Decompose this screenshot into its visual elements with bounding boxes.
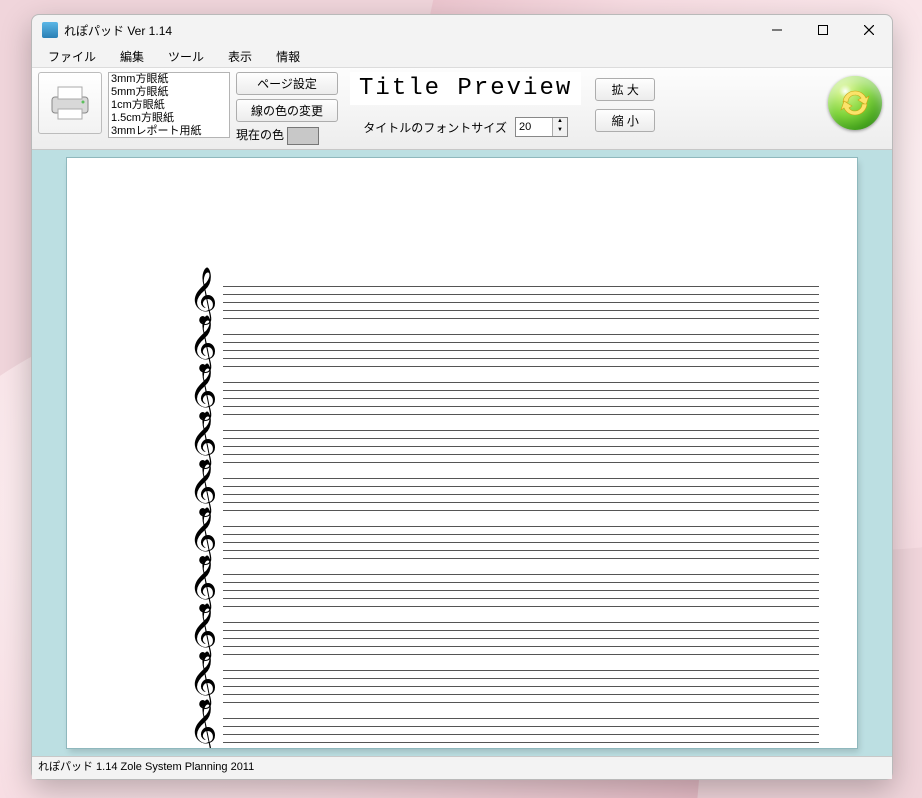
- title-font-label: タイトルのフォントサイズ: [363, 119, 507, 136]
- menubar: ファイル 編集 ツール 表示 情報: [32, 45, 892, 67]
- paper-type-list[interactable]: 3mm方眼紙5mm方眼紙1cm方眼紙1.5cm方眼紙3mmレポート用紙5mmレポ…: [108, 72, 230, 138]
- music-staff: 𝄞: [189, 478, 819, 510]
- zoom-in-button[interactable]: 拡 大: [595, 78, 655, 101]
- treble-clef-icon: 𝄞: [189, 320, 217, 368]
- app-window: れぽパッド Ver 1.14 ファイル 編集 ツール 表示 情報: [31, 14, 893, 780]
- paper-list-item[interactable]: 5mm方眼紙: [109, 86, 229, 99]
- printer-icon[interactable]: [38, 72, 102, 134]
- treble-clef-icon: 𝄞: [189, 416, 217, 464]
- title-preview: Title Preview: [350, 72, 581, 105]
- music-staff: 𝄞: [189, 382, 819, 414]
- treble-clef-icon: 𝄞: [189, 272, 217, 320]
- paper-list-item[interactable]: 3mm方眼紙: [109, 73, 229, 86]
- music-staff: 𝄞: [189, 718, 819, 748]
- statusbar: れぽパッド 1.14 Zole System Planning 2011: [32, 756, 892, 779]
- paper-list-item[interactable]: 1cm方眼紙: [109, 99, 229, 112]
- current-color-row: 現在の色: [236, 126, 338, 145]
- treble-clef-icon: 𝄞: [189, 704, 217, 748]
- toolbar: 3mm方眼紙5mm方眼紙1cm方眼紙1.5cm方眼紙3mmレポート用紙5mmレポ…: [32, 67, 892, 150]
- menu-info[interactable]: 情報: [264, 45, 312, 67]
- paper-list-item[interactable]: 3mmレポート用紙: [109, 125, 229, 138]
- current-color-label: 現在の色: [236, 128, 284, 142]
- menu-view[interactable]: 表示: [216, 45, 264, 67]
- minimize-button[interactable]: [754, 15, 800, 45]
- menu-file[interactable]: ファイル: [36, 45, 108, 67]
- zoom-out-button[interactable]: 縮 小: [595, 109, 655, 132]
- refresh-icon[interactable]: [828, 76, 882, 130]
- close-button[interactable]: [846, 15, 892, 45]
- music-staff: 𝄞: [189, 574, 819, 606]
- music-staff: 𝄞: [189, 430, 819, 462]
- treble-clef-icon: 𝄞: [189, 656, 217, 704]
- music-staff: 𝄞: [189, 622, 819, 654]
- app-icon: [42, 22, 58, 38]
- treble-clef-icon: 𝄞: [189, 464, 217, 512]
- titlebar: れぽパッド Ver 1.14: [32, 15, 892, 45]
- title-font-input[interactable]: [516, 118, 552, 136]
- page-setup-button[interactable]: ページ設定: [236, 72, 338, 95]
- window-title: れぽパッド Ver 1.14: [64, 22, 172, 39]
- paper-list-item[interactable]: 1.5cm方眼紙: [109, 112, 229, 125]
- treble-clef-icon: 𝄞: [189, 368, 217, 416]
- title-font-spinner[interactable]: ▲▼: [515, 117, 568, 137]
- music-staff: 𝄞: [189, 334, 819, 366]
- menu-tool[interactable]: ツール: [156, 45, 216, 67]
- menu-edit[interactable]: 編集: [108, 45, 156, 67]
- sheet: 𝄞𝄞𝄞𝄞𝄞𝄞𝄞𝄞𝄞𝄞: [67, 158, 857, 748]
- preview-area: 𝄞𝄞𝄞𝄞𝄞𝄞𝄞𝄞𝄞𝄞: [32, 150, 892, 756]
- treble-clef-icon: 𝄞: [189, 608, 217, 656]
- line-color-button[interactable]: 線の色の変更: [236, 99, 338, 122]
- music-staff: 𝄞: [189, 286, 819, 318]
- current-color-swatch: [287, 127, 319, 145]
- maximize-button[interactable]: [800, 15, 846, 45]
- music-staff: 𝄞: [189, 670, 819, 702]
- music-staff: 𝄞: [189, 526, 819, 558]
- treble-clef-icon: 𝄞: [189, 560, 217, 608]
- treble-clef-icon: 𝄞: [189, 512, 217, 560]
